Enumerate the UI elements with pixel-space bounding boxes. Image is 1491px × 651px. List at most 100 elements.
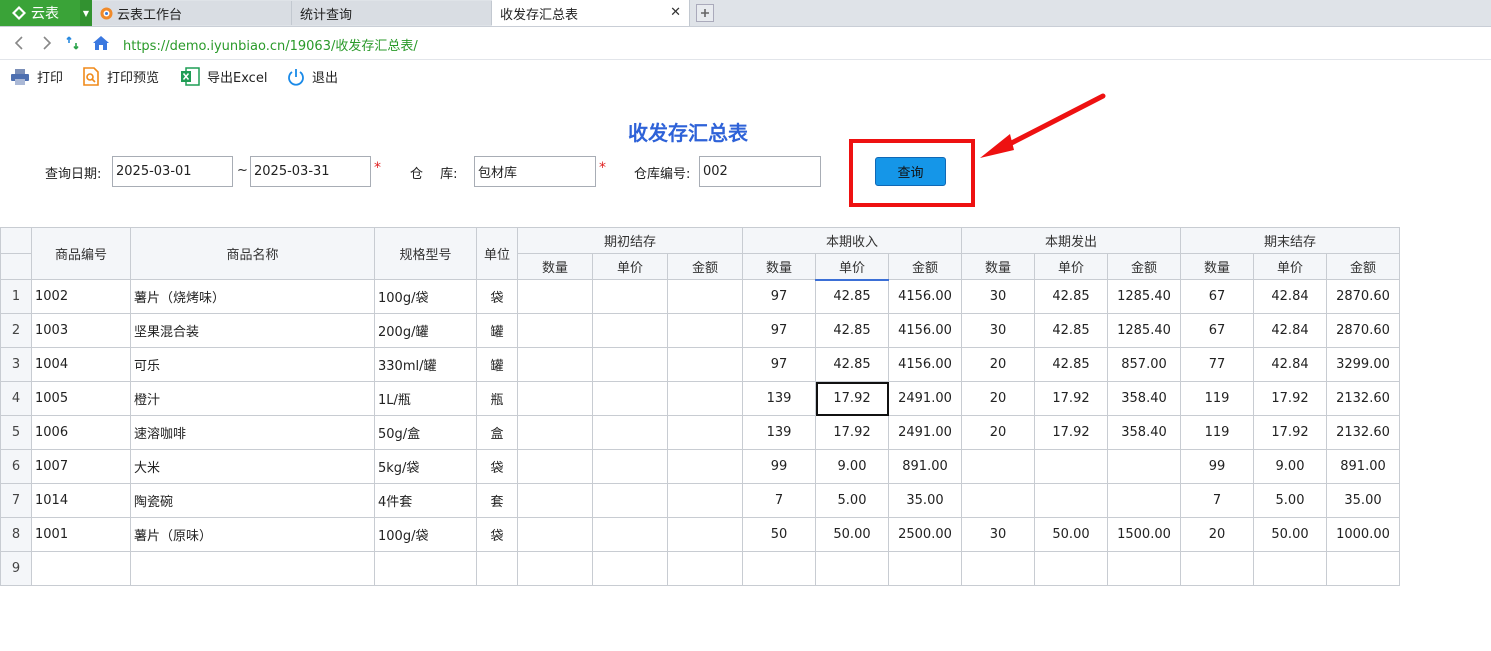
cell-spec[interactable]: 5kg/袋 xyxy=(374,449,477,484)
cell-value[interactable]: 7 xyxy=(742,483,816,518)
cell-name[interactable] xyxy=(130,551,375,586)
cell-value[interactable] xyxy=(517,551,593,586)
print-preview-button[interactable]: 打印预览 xyxy=(82,67,159,86)
tab-workbench[interactable]: 云表工作台 xyxy=(92,1,292,25)
cell-value[interactable]: 139 xyxy=(742,415,816,450)
cell-value[interactable] xyxy=(592,381,668,416)
cell-name[interactable]: 橙汁 xyxy=(130,381,375,416)
cell-value[interactable]: 97 xyxy=(742,347,816,382)
cell-value[interactable]: 139 xyxy=(742,381,816,416)
cell-value[interactable]: 50.00 xyxy=(1034,517,1108,552)
cell-value[interactable]: 2870.60 xyxy=(1326,313,1400,348)
cell-value[interactable] xyxy=(667,551,743,586)
cell-unit[interactable]: 袋 xyxy=(476,449,518,484)
cell-value[interactable] xyxy=(592,449,668,484)
cell-value[interactable]: 99 xyxy=(1180,449,1254,484)
cell-value[interactable] xyxy=(1107,449,1181,484)
cell-value[interactable]: 2132.60 xyxy=(1326,381,1400,416)
cell-value[interactable] xyxy=(592,415,668,450)
cell-value[interactable] xyxy=(592,551,668,586)
cell-value[interactable]: 4156.00 xyxy=(888,347,962,382)
cell-value[interactable]: 2870.60 xyxy=(1326,279,1400,314)
cell-value[interactable] xyxy=(1034,449,1108,484)
warehouse-input[interactable] xyxy=(474,156,596,187)
cell-value[interactable]: 9.00 xyxy=(815,449,889,484)
cell-value[interactable] xyxy=(1034,483,1108,518)
app-menu-button[interactable]: 云表 xyxy=(0,0,80,26)
exit-button[interactable]: 退出 xyxy=(287,67,338,86)
cell-value[interactable] xyxy=(517,517,593,552)
cell-unit[interactable]: 袋 xyxy=(476,279,518,314)
cell-value[interactable]: 42.85 xyxy=(1034,279,1108,314)
cell-code[interactable]: 1006 xyxy=(31,415,131,450)
cell-name[interactable]: 薯片（烧烤味） xyxy=(130,279,375,314)
cell-code[interactable]: 1005 xyxy=(31,381,131,416)
back-icon[interactable] xyxy=(10,34,28,52)
cell-value[interactable]: 891.00 xyxy=(1326,449,1400,484)
cell-value[interactable]: 857.00 xyxy=(1107,347,1181,382)
cell-name[interactable]: 大米 xyxy=(130,449,375,484)
cell-value[interactable] xyxy=(667,449,743,484)
cell-name[interactable]: 陶瓷碗 xyxy=(130,483,375,518)
cell-code[interactable]: 1004 xyxy=(31,347,131,382)
cell-value[interactable] xyxy=(1180,551,1254,586)
cell-value[interactable]: 35.00 xyxy=(888,483,962,518)
home-icon[interactable] xyxy=(92,34,110,52)
cell-value[interactable] xyxy=(667,313,743,348)
cell-code[interactable] xyxy=(31,551,131,586)
cell-value[interactable] xyxy=(667,415,743,450)
cell-value[interactable] xyxy=(517,381,593,416)
cell-value[interactable]: 119 xyxy=(1180,415,1254,450)
forward-icon[interactable] xyxy=(38,34,56,52)
cell-value[interactable]: 20 xyxy=(961,347,1035,382)
export-excel-button[interactable]: 导出Excel xyxy=(180,67,267,86)
cell-value[interactable]: 30 xyxy=(961,313,1035,348)
cell-name[interactable]: 薯片（原味） xyxy=(130,517,375,552)
cell-value[interactable]: 35.00 xyxy=(1326,483,1400,518)
app-menu-dropdown-icon[interactable]: ▼ xyxy=(80,0,92,26)
cell-value[interactable] xyxy=(592,483,668,518)
cell-value[interactable]: 99 xyxy=(742,449,816,484)
cell-value[interactable] xyxy=(517,313,593,348)
cell-value[interactable] xyxy=(667,347,743,382)
cell-value[interactable]: 42.84 xyxy=(1253,347,1327,382)
cell-value[interactable]: 20 xyxy=(961,415,1035,450)
cell-value[interactable]: 17.92 xyxy=(1034,415,1108,450)
cell-value[interactable] xyxy=(1034,551,1108,586)
cell-value[interactable]: 42.85 xyxy=(1034,347,1108,382)
cell-value[interactable] xyxy=(1326,551,1400,586)
cell-unit[interactable]: 盒 xyxy=(476,415,518,450)
cell-value[interactable] xyxy=(742,551,816,586)
cell-value[interactable]: 30 xyxy=(961,279,1035,314)
cell-value[interactable]: 358.40 xyxy=(1107,381,1181,416)
cell-value[interactable]: 67 xyxy=(1180,279,1254,314)
cell-value[interactable] xyxy=(667,517,743,552)
cell-value[interactable]: 891.00 xyxy=(888,449,962,484)
cell-name[interactable]: 速溶咖啡 xyxy=(130,415,375,450)
cell-value[interactable]: 97 xyxy=(742,313,816,348)
cell-value[interactable]: 1285.40 xyxy=(1107,279,1181,314)
url-text[interactable]: https://demo.iyunbiao.cn/19063/收发存汇总表/ xyxy=(123,35,418,54)
cell-value[interactable] xyxy=(667,381,743,416)
cell-value[interactable]: 5.00 xyxy=(815,483,889,518)
cell-value[interactable]: 50.00 xyxy=(1253,517,1327,552)
cell-spec[interactable]: 4件套 xyxy=(374,483,477,518)
cell-value[interactable]: 2491.00 xyxy=(888,381,962,416)
cell-spec[interactable]: 100g/袋 xyxy=(374,517,477,552)
cell-unit[interactable]: 罐 xyxy=(476,347,518,382)
cell-value[interactable]: 2132.60 xyxy=(1326,415,1400,450)
cell-value[interactable] xyxy=(517,415,593,450)
cell-spec[interactable]: 1L/瓶 xyxy=(374,381,477,416)
cell-value[interactable] xyxy=(1107,483,1181,518)
cell-value[interactable]: 1000.00 xyxy=(1326,517,1400,552)
cell-value[interactable] xyxy=(667,483,743,518)
cell-value[interactable] xyxy=(517,279,593,314)
cell-code[interactable]: 1001 xyxy=(31,517,131,552)
cell-value[interactable]: 42.85 xyxy=(1034,313,1108,348)
cell-value[interactable]: 97 xyxy=(742,279,816,314)
cell-value[interactable]: 17.92 xyxy=(815,415,889,450)
cell-value[interactable]: 20 xyxy=(961,381,1035,416)
cell-value[interactable] xyxy=(517,483,593,518)
cell-value[interactable]: 17.92 xyxy=(1253,415,1327,450)
cell-value[interactable]: 17.92 xyxy=(815,381,889,416)
